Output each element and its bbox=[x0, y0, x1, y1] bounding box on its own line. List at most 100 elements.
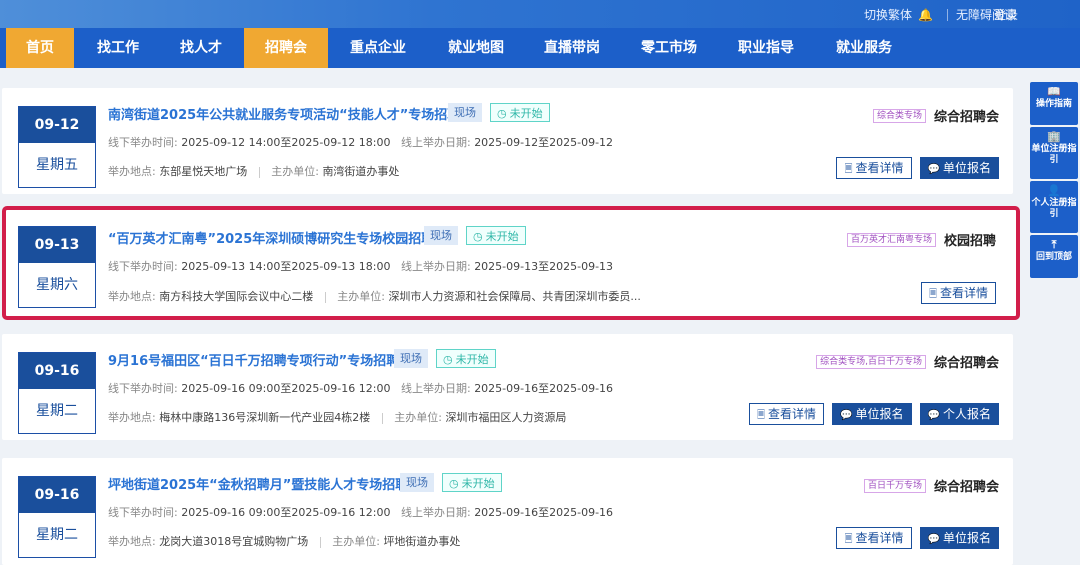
nav-find-talent[interactable]: 找人才 bbox=[167, 28, 235, 68]
special-badge: 综合类专场,百日千万专场 bbox=[816, 354, 926, 369]
building-icon: 🏢 bbox=[1047, 130, 1061, 143]
unit-register-button[interactable]: 💬 单位报名 bbox=[832, 403, 912, 425]
divider bbox=[946, 8, 948, 21]
event-weekday: 星期二 bbox=[19, 389, 95, 433]
nav-job-fair[interactable]: 招聘会 bbox=[244, 28, 328, 68]
date-block: 09-13 星期六 bbox=[18, 226, 96, 308]
nav-home[interactable]: 首页 bbox=[6, 28, 74, 68]
action-buttons: 🗏 查看详情 bbox=[913, 282, 996, 304]
side-toolbar: 📖 操作指南 🏢 单位注册指引 👤 个人注册指引 ⤒ 回到顶部 bbox=[1030, 82, 1078, 280]
offline-time-label: 线下举办时间: bbox=[108, 136, 178, 149]
event-venue-row: 举办地点: 东部星悦天地广场 主办单位: 南湾街道办事处 bbox=[108, 163, 399, 179]
operation-guide-button[interactable]: 📖 操作指南 bbox=[1030, 82, 1078, 125]
offline-time: 2025-09-16 09:00至2025-09-16 12:00 bbox=[181, 382, 391, 395]
venue: 南方科技大学国际会议中心二楼 bbox=[159, 290, 314, 303]
event-venue-row: 举办地点: 梅林中康路136号深圳新一代产业园4栋2楼 主办单位: 深圳市福田区… bbox=[108, 409, 566, 425]
switch-traditional-link[interactable]: 切换繁体 bbox=[864, 6, 912, 23]
online-date: 2025-09-12至2025-09-12 bbox=[474, 136, 614, 149]
offline-time-label: 线下举办时间: bbox=[108, 506, 178, 519]
category-name: 综合招聘会 bbox=[933, 480, 999, 495]
organizer: 坪地街道办事处 bbox=[383, 535, 461, 548]
main-nav: 首页 找工作 找人才 招聘会 重点企业 就业地图 直播带岗 零工市场 职业指导 … bbox=[0, 28, 1080, 68]
status-badge: ◷ 未开始 bbox=[436, 349, 496, 368]
unit-register-button[interactable]: 💬 单位报名 bbox=[919, 527, 999, 549]
button-label: 单位报名 bbox=[942, 531, 991, 545]
nav-career-guidance[interactable]: 职业指导 bbox=[726, 28, 806, 68]
event-title[interactable]: “百万英才汇南粤”2025年深圳硕博研究生专场校园招聘会 bbox=[108, 228, 447, 247]
unit-register-guide-button[interactable]: 🏢 单位注册指引 bbox=[1030, 127, 1078, 179]
tool-label: 单位注册指引 bbox=[1031, 144, 1077, 165]
person-register-button[interactable]: 💬 个人报名 bbox=[919, 403, 999, 425]
organizer: 深圳市福田区人力资源局 bbox=[445, 411, 567, 424]
divider bbox=[319, 536, 321, 548]
category-area: 综合类专场 综合招聘会 bbox=[872, 106, 999, 125]
login-link[interactable]: 登录 bbox=[994, 6, 1018, 23]
chat-icon: 💬 bbox=[927, 534, 940, 545]
venue-label: 举办地点: bbox=[108, 411, 156, 424]
view-details-button[interactable]: 🗏 查看详情 bbox=[749, 403, 825, 425]
event-date: 09-12 bbox=[19, 107, 95, 143]
action-buttons: 🗏 查看详情 💬 单位报名 bbox=[828, 157, 999, 179]
chat-icon: 💬 bbox=[840, 410, 853, 421]
online-date-label: 线上举办日期: bbox=[400, 260, 471, 273]
nav-key-enterprises[interactable]: 重点企业 bbox=[338, 28, 418, 68]
online-date-label: 线上举办日期: bbox=[400, 382, 471, 395]
online-date-label: 线上举办日期: bbox=[400, 506, 471, 519]
event-title[interactable]: 坪地街道2025年“金秋招聘月”暨技能人才专场招聘会 bbox=[108, 474, 421, 493]
view-details-button[interactable]: 🗏 查看详情 bbox=[920, 282, 996, 304]
status-badge: ◷ 未开始 bbox=[490, 103, 550, 122]
status-text: 未开始 bbox=[455, 353, 489, 366]
venue: 龙岗大道3018号宜城购物广场 bbox=[159, 535, 309, 548]
organizer-label: 主办单位: bbox=[394, 411, 442, 424]
nav-find-job[interactable]: 找工作 bbox=[84, 28, 152, 68]
status-text: 未开始 bbox=[461, 477, 495, 490]
site-tag: 现场 bbox=[394, 349, 428, 368]
button-label: 单位报名 bbox=[942, 161, 991, 175]
venue-label: 举办地点: bbox=[108, 290, 156, 303]
event-weekday: 星期六 bbox=[19, 263, 95, 307]
clock-icon: ◷ bbox=[473, 230, 483, 243]
status-badge: ◷ 未开始 bbox=[466, 226, 526, 245]
button-label: 查看详情 bbox=[939, 286, 988, 300]
arrow-up-icon: ⤒ bbox=[1051, 238, 1057, 251]
view-details-button[interactable]: 🗏 查看详情 bbox=[836, 527, 912, 549]
chat-icon: 💬 bbox=[927, 164, 940, 175]
bell-icon[interactable]: 🔔 bbox=[918, 8, 933, 22]
document-icon: 🗏 bbox=[844, 534, 853, 545]
back-to-top-button[interactable]: ⤒ 回到顶部 bbox=[1030, 235, 1078, 278]
organizer-label: 主办单位: bbox=[337, 290, 385, 303]
unit-register-button[interactable]: 💬 单位报名 bbox=[919, 157, 999, 179]
organizer-label: 主办单位: bbox=[271, 165, 319, 178]
clock-icon: ◷ bbox=[497, 107, 507, 120]
chat-icon: 💬 bbox=[927, 410, 940, 421]
person-register-guide-button[interactable]: 👤 个人注册指引 bbox=[1030, 181, 1078, 233]
event-times: 线下举办时间: 2025-09-13 14:00至2025-09-13 18:0… bbox=[108, 258, 613, 274]
divider bbox=[381, 412, 383, 424]
nav-employment-services[interactable]: 就业服务 bbox=[824, 28, 904, 68]
date-block: 09-16 星期二 bbox=[18, 352, 96, 434]
category-area: 综合类专场,百日千万专场 综合招聘会 bbox=[816, 352, 999, 371]
online-date: 2025-09-13至2025-09-13 bbox=[474, 260, 614, 273]
event-date: 09-16 bbox=[19, 353, 95, 389]
category-name: 综合招聘会 bbox=[933, 110, 999, 125]
site-tag: 现场 bbox=[424, 226, 458, 245]
document-icon: 🗏 bbox=[757, 410, 766, 421]
category-area: 百万英才汇南粤专场 校园招聘 bbox=[846, 230, 996, 249]
view-details-button[interactable]: 🗏 查看详情 bbox=[836, 157, 912, 179]
clock-icon: ◷ bbox=[449, 477, 459, 490]
event-title[interactable]: 南湾街道2025年公共就业服务专项活动“技能人才”专场招聘会 bbox=[108, 104, 473, 123]
event-title[interactable]: 9月16号福田区“百日千万招聘专项行动”专场招聘会 bbox=[108, 350, 412, 369]
tool-label: 个人注册指引 bbox=[1031, 198, 1077, 219]
nav-employment-map[interactable]: 就业地图 bbox=[436, 28, 516, 68]
venue: 东部星悦天地广场 bbox=[159, 165, 248, 178]
event-weekday: 星期二 bbox=[19, 513, 95, 557]
event-times: 线下举办时间: 2025-09-16 09:00至2025-09-16 12:0… bbox=[108, 504, 613, 520]
offline-time: 2025-09-12 14:00至2025-09-12 18:00 bbox=[181, 136, 391, 149]
nav-gig-market[interactable]: 零工市场 bbox=[629, 28, 709, 68]
offline-time-label: 线下举办时间: bbox=[108, 260, 178, 273]
button-label: 个人报名 bbox=[942, 407, 991, 421]
nav-live-recruiting[interactable]: 直播带岗 bbox=[532, 28, 612, 68]
status-badge: ◷ 未开始 bbox=[442, 473, 502, 492]
tool-label: 回到顶部 bbox=[1035, 252, 1072, 262]
action-buttons: 🗏 查看详情 💬 单位报名 💬 个人报名 bbox=[741, 403, 999, 425]
